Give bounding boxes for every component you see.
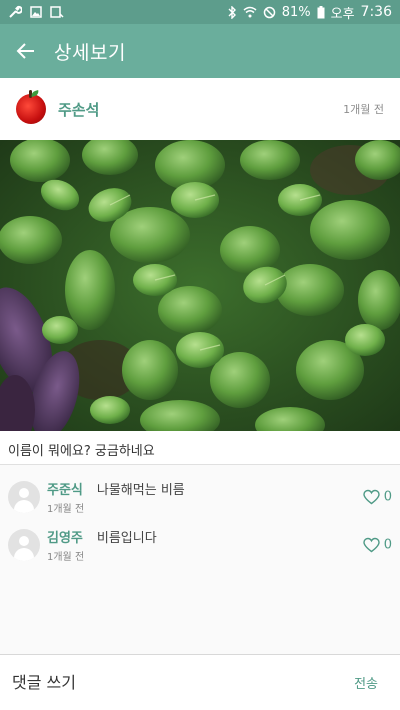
- app-bar: 상세보기: [0, 24, 400, 78]
- comment-text: 비름입니다: [96, 531, 157, 546]
- post-photo[interactable]: [0, 140, 400, 431]
- post-author-row: 주손석 1개월 전: [0, 78, 400, 140]
- like-button[interactable]: 0: [363, 490, 392, 505]
- comment-item: 주준식 나물해먹는 비름 1개월 전 0: [0, 472, 400, 522]
- battery-icon: [317, 5, 325, 18]
- author-name[interactable]: 주손석: [58, 99, 99, 120]
- comment-content: 김영주 비름입니다 1개월 전: [47, 527, 157, 563]
- image-icon: [30, 6, 42, 18]
- do-not-disturb-icon: [263, 6, 275, 18]
- author-avatar[interactable]: [16, 90, 46, 124]
- status-bar: 81% 오후 7:36: [0, 0, 400, 24]
- like-count: 0: [383, 489, 392, 505]
- screenshot-icon: [50, 6, 64, 18]
- comment-composer: 전송: [0, 654, 400, 710]
- like-count: 0: [383, 537, 392, 553]
- wifi-icon: [243, 6, 257, 18]
- heart-icon: [363, 537, 380, 553]
- status-right: 81% 오후 7:36: [227, 3, 392, 22]
- comment-input[interactable]: [12, 673, 347, 692]
- comment-time: 1개월 전: [47, 552, 85, 563]
- comment-content: 주준식 나물해먹는 비름 1개월 전: [47, 479, 185, 515]
- status-time: 7:36: [360, 4, 392, 20]
- commenter-avatar[interactable]: [8, 529, 40, 561]
- post-caption: 이름이 뭐에요? 궁금하네요: [0, 431, 400, 465]
- status-left-icons: [8, 5, 64, 19]
- page-title: 상세보기: [54, 41, 126, 64]
- commenter-name[interactable]: 김영주: [47, 527, 83, 546]
- back-button[interactable]: [2, 24, 50, 78]
- arrow-left-icon: [16, 43, 34, 59]
- post-time: 1개월 전: [343, 103, 384, 116]
- avatar-head-shape: [19, 488, 29, 498]
- avatar-body-shape: [14, 500, 34, 513]
- status-ampm: 오후: [330, 6, 355, 22]
- commenter-avatar[interactable]: [8, 481, 40, 513]
- comment-item: 김영주 비름입니다 1개월 전 0: [0, 520, 400, 570]
- battery-percent: 81%: [281, 4, 311, 20]
- send-button[interactable]: 전송: [346, 667, 386, 698]
- heart-icon: [363, 489, 380, 505]
- comment-time: 1개월 전: [47, 504, 85, 515]
- avatar-body-shape: [14, 548, 34, 561]
- commenter-name[interactable]: 주준식: [47, 479, 83, 498]
- avatar-head-shape: [19, 536, 29, 546]
- comment-text: 나물해먹는 비름: [96, 483, 185, 498]
- bluetooth-icon: [228, 5, 236, 19]
- comment-list: 주준식 나물해먹는 비름 1개월 전 0 김영주 비름입니다 1개월 전 0: [0, 466, 400, 654]
- like-button[interactable]: 0: [363, 538, 392, 553]
- wrench-icon: [9, 5, 22, 18]
- plant-photo-image: [0, 140, 400, 431]
